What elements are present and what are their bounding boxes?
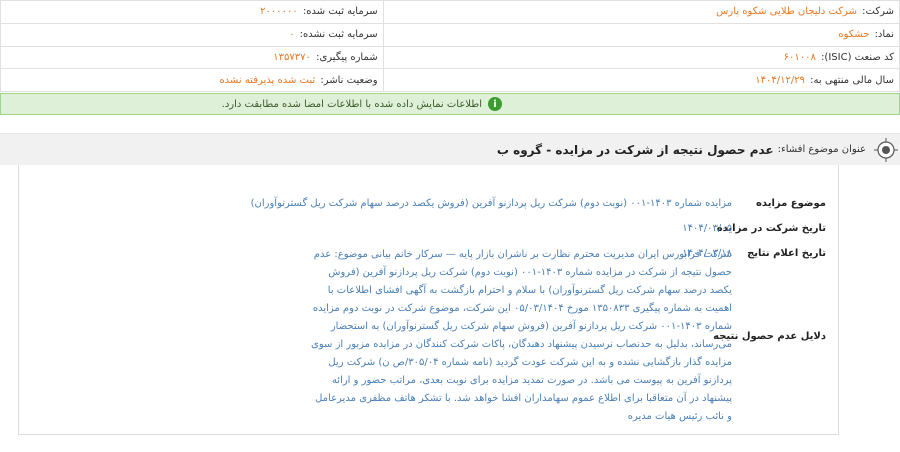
capital-registered-label: سرمایه ثبت شده: [302, 6, 378, 18]
fiscal-value: ۱۴۰۴/۱۲/۲۹ [755, 74, 805, 86]
info-row: نماد: حشکوه سرمایه ثبت نشده: ۰ [0, 22, 900, 47]
capital-unregistered-label: سرمایه ثبت نشده: [299, 29, 378, 41]
symbol-link[interactable]: حشکوه [838, 29, 869, 40]
isic-label: کد صنعت (ISIC): [821, 51, 894, 63]
company-label: شرکت: [862, 6, 894, 18]
isic-cell: کد صنعت (ISIC): ۶۰۱۰۰۸ [382, 45, 900, 70]
info-icon: i [488, 97, 502, 111]
fiscal-cell: سال مالی منتهی به: ۱۴۰۴/۱۲/۲۹ [382, 68, 900, 92]
capital-registered-value: ۲۰۰۰۰۰۰ [260, 6, 298, 18]
failure-reasons-text: شرکت فرابورس ایران مدیریت محترم نظارت بر… [311, 249, 732, 422]
info-row: شرکت: شرکت دلیجان طلایی شکوه پارس سرمایه… [0, 0, 900, 24]
company-name-link[interactable]: شرکت دلیجان طلایی شکوه پارس [716, 6, 857, 17]
subject-label: عنوان موضوع افشاء: [777, 144, 866, 155]
tracking-label: شماره پیگیری: [316, 51, 378, 63]
symbol-cell: نماد: حشکوه [382, 22, 900, 47]
publisher-status-value: ثبت شده پذیرفته نشده [219, 74, 316, 86]
detail-row-participation-date: تاریخ شرکت در مزایده ۱۴۰۴/۰۳/۰۵ [682, 223, 838, 234]
participation-date-label: تاریخ شرکت در مزایده [716, 223, 826, 234]
capital-unregistered-cell: سرمایه ثبت نشده: ۰ [0, 22, 384, 47]
info-row: کد صنعت (ISIC): ۶۰۱۰۰۸ شماره پیگیری: ۱۳۵… [0, 45, 900, 70]
target-bullet-icon [874, 137, 898, 162]
detail-row-failure-reasons: دلایل عدم حصول نتیجه شرکت فرابورس ایران … [308, 249, 838, 422]
symbol-label: نماد: [874, 29, 894, 41]
publisher-status-label: وضعیت ناشر: [320, 74, 378, 86]
participation-date-value: ۱۴۰۴/۰۳/۰۵ [682, 223, 732, 234]
detail-row-auction-subject: موضوع مزایده مزایده شماره ۱۴۰۳-۰۰۱ (نوبت… [251, 198, 838, 209]
auction-subject-value: مزایده شماره ۱۴۰۳-۰۰۱ (نوبت دوم) شرکت ری… [250, 198, 732, 209]
subject-title: عدم حصول نتیجه از شرکت در مزایده - گروه … [496, 142, 774, 157]
verification-message-bar: i اطلاعات نمایش داده شده با اطلاعات امضا… [0, 93, 900, 115]
publisher-status-cell: وضعیت ناشر: ثبت شده پذیرفته نشده [0, 68, 384, 92]
fiscal-label: سال مالی منتهی به: [810, 74, 894, 86]
auction-subject-label: موضوع مزایده [756, 198, 826, 209]
failure-reasons-label: دلایل عدم حصول نتیجه [713, 330, 826, 342]
tracking-cell: شماره پیگیری: ۱۳۵۷۳۷۰ [0, 45, 384, 70]
disclosure-subject-header: عنوان موضوع افشاء: عدم حصول نتیجه از شرک… [0, 133, 900, 165]
capital-unregistered-value: ۰ [289, 29, 295, 41]
auction-details-panel: موضوع مزایده مزایده شماره ۱۴۰۳-۰۰۱ (نوبت… [18, 165, 839, 435]
company-cell: شرکت: شرکت دلیجان طلایی شکوه پارس [382, 0, 900, 24]
isic-value: ۶۰۱۰۰۸ [783, 51, 816, 63]
company-info-table: شرکت: شرکت دلیجان طلایی شکوه پارس سرمایه… [0, 0, 900, 92]
tracking-value: ۱۳۵۷۳۷۰ [273, 51, 311, 63]
results-date-label: تاریخ اعلام نتایج [747, 248, 826, 259]
capital-registered-cell: سرمایه ثبت شده: ۲۰۰۰۰۰۰ [0, 0, 384, 24]
info-row: سال مالی منتهی به: ۱۴۰۴/۱۲/۲۹ وضعیت ناشر… [0, 68, 900, 92]
verification-message-text: اطلاعات نمایش داده شده با اطلاعات امضا ش… [221, 98, 482, 110]
